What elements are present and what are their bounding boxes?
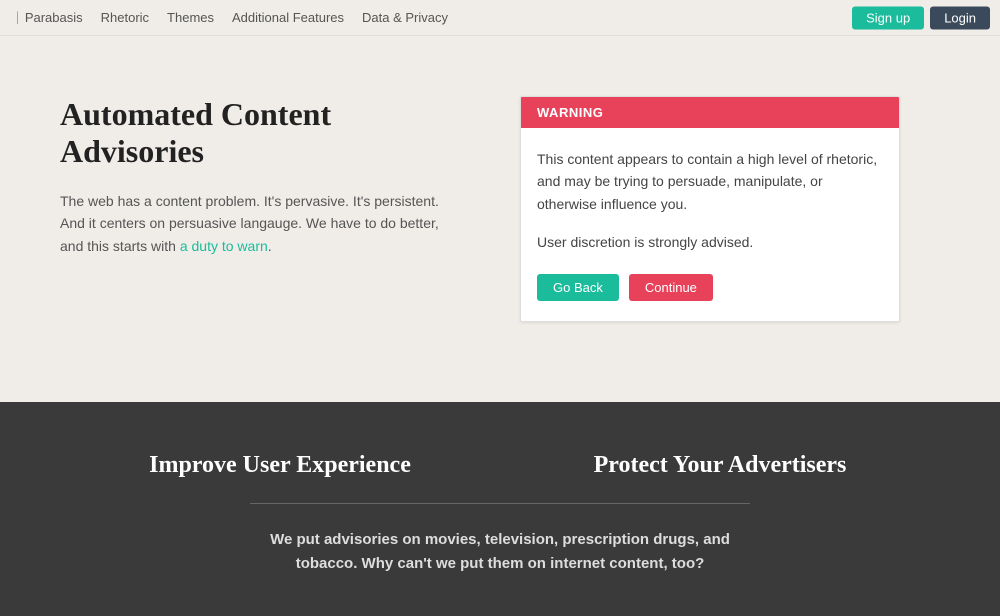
warning-actions: Go Back Continue	[537, 274, 883, 301]
warning-header: WARNING	[521, 97, 899, 128]
main-left: Automated Content Advisories The web has…	[60, 96, 460, 257]
go-back-button[interactable]: Go Back	[537, 274, 619, 301]
footer-col-left: Improve User Experience	[60, 452, 500, 479]
nav-right: Sign up Login	[852, 6, 990, 29]
nav-link-additional-features[interactable]: Additional Features	[232, 10, 344, 25]
nav-link-parabasis[interactable]: Parabasis	[25, 10, 83, 25]
signup-button[interactable]: Sign up	[852, 6, 924, 29]
discretion-text: User discretion is strongly advised.	[537, 231, 883, 253]
footer-col-right: Protect Your Advertisers	[500, 452, 940, 479]
footer-divider	[250, 503, 750, 504]
footer-right-heading: Protect Your Advertisers	[500, 452, 940, 479]
description-end: .	[268, 238, 272, 254]
duty-to-warn-link[interactable]: a duty to warn	[180, 238, 268, 254]
footer-section: Improve User Experience Protect Your Adv…	[0, 402, 1000, 616]
login-button[interactable]: Login	[930, 6, 990, 29]
nav-link-data-privacy[interactable]: Data & Privacy	[362, 10, 448, 25]
main-description: The web has a content problem. It's perv…	[60, 190, 460, 257]
footer-text-center: We put advisories on movies, television,…	[60, 528, 940, 576]
warning-body: This content appears to contain a high l…	[521, 128, 899, 321]
nav-link-rhetoric[interactable]: Rhetoric	[101, 10, 149, 25]
footer-body-text: We put advisories on movies, television,…	[250, 528, 750, 576]
nav-separator: |	[16, 10, 19, 26]
page-title: Automated Content Advisories	[60, 96, 460, 170]
warning-body-text: This content appears to contain a high l…	[537, 148, 883, 215]
footer-top: Improve User Experience Protect Your Adv…	[60, 452, 940, 479]
footer-left-heading: Improve User Experience	[60, 452, 500, 479]
navbar: | Parabasis Rhetoric Themes Additional F…	[0, 0, 1000, 36]
nav-link-themes[interactable]: Themes	[167, 10, 214, 25]
continue-button[interactable]: Continue	[629, 274, 713, 301]
nav-left: | Parabasis Rhetoric Themes Additional F…	[16, 10, 466, 26]
main-section: Automated Content Advisories The web has…	[0, 36, 1000, 402]
warning-card: WARNING This content appears to contain …	[520, 96, 900, 322]
